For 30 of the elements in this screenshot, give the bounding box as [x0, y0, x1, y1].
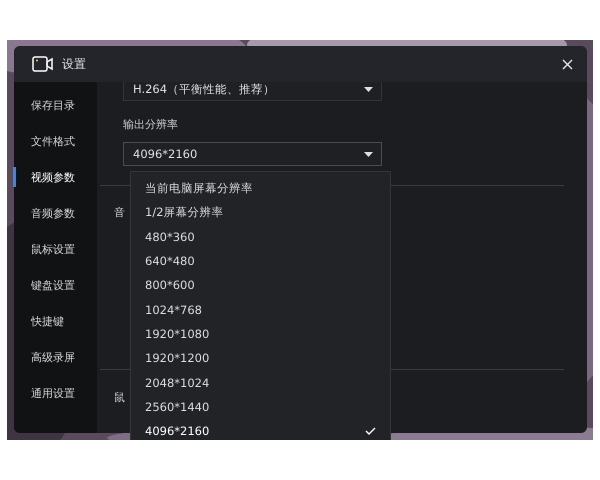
dropdown-option[interactable]: 4096*2160	[131, 418, 390, 440]
dropdown-option[interactable]: 1/2屏幕分辨率	[131, 200, 390, 225]
dropdown-option[interactable]: 1920*1080	[131, 322, 390, 346]
dropdown-option[interactable]: 640*480	[131, 248, 390, 274]
section-label: 音	[114, 205, 125, 220]
dropdown-option[interactable]: 2560*1440	[131, 394, 390, 419]
sidebar-item[interactable]: 文件格式	[14, 123, 97, 159]
sidebar-item[interactable]: 保存目录	[14, 87, 97, 123]
dropdown-option[interactable]: 480*360	[131, 224, 390, 249]
codec-select[interactable]: H.264（平衡性能、推荐）	[123, 82, 382, 101]
resolution-select[interactable]: 4096*2160	[123, 142, 382, 166]
dropdown-option[interactable]: 2048*1024	[131, 370, 390, 395]
window-title: 设置	[62, 56, 87, 72]
sidebar-item[interactable]: 通用设置	[14, 375, 97, 411]
sidebar-item[interactable]: 快捷键	[14, 303, 97, 339]
dropdown-option[interactable]: 1920*1200	[131, 346, 390, 370]
sidebar-item[interactable]: 键盘设置	[14, 267, 97, 303]
sidebar-item[interactable]: 鼠标设置	[14, 231, 97, 267]
sidebar-item[interactable]: 音频参数	[14, 195, 97, 231]
resolution-label: 输出分辨率	[123, 117, 179, 132]
video-camera-icon	[32, 56, 54, 72]
caret-icon	[364, 152, 373, 156]
dropdown-option[interactable]: 800*600	[131, 273, 390, 298]
caret-icon	[364, 86, 373, 92]
dropdown-option[interactable]: 1024*768	[131, 297, 390, 322]
section-label: 鼠	[114, 390, 125, 405]
dropdown-option[interactable]: 当前电脑屏幕分辨率	[131, 176, 390, 200]
checkmark-icon	[365, 427, 376, 436]
sidebar-item[interactable]: 高级录屏	[14, 339, 97, 375]
sidebar-item[interactable]: 视频参数	[14, 159, 97, 195]
